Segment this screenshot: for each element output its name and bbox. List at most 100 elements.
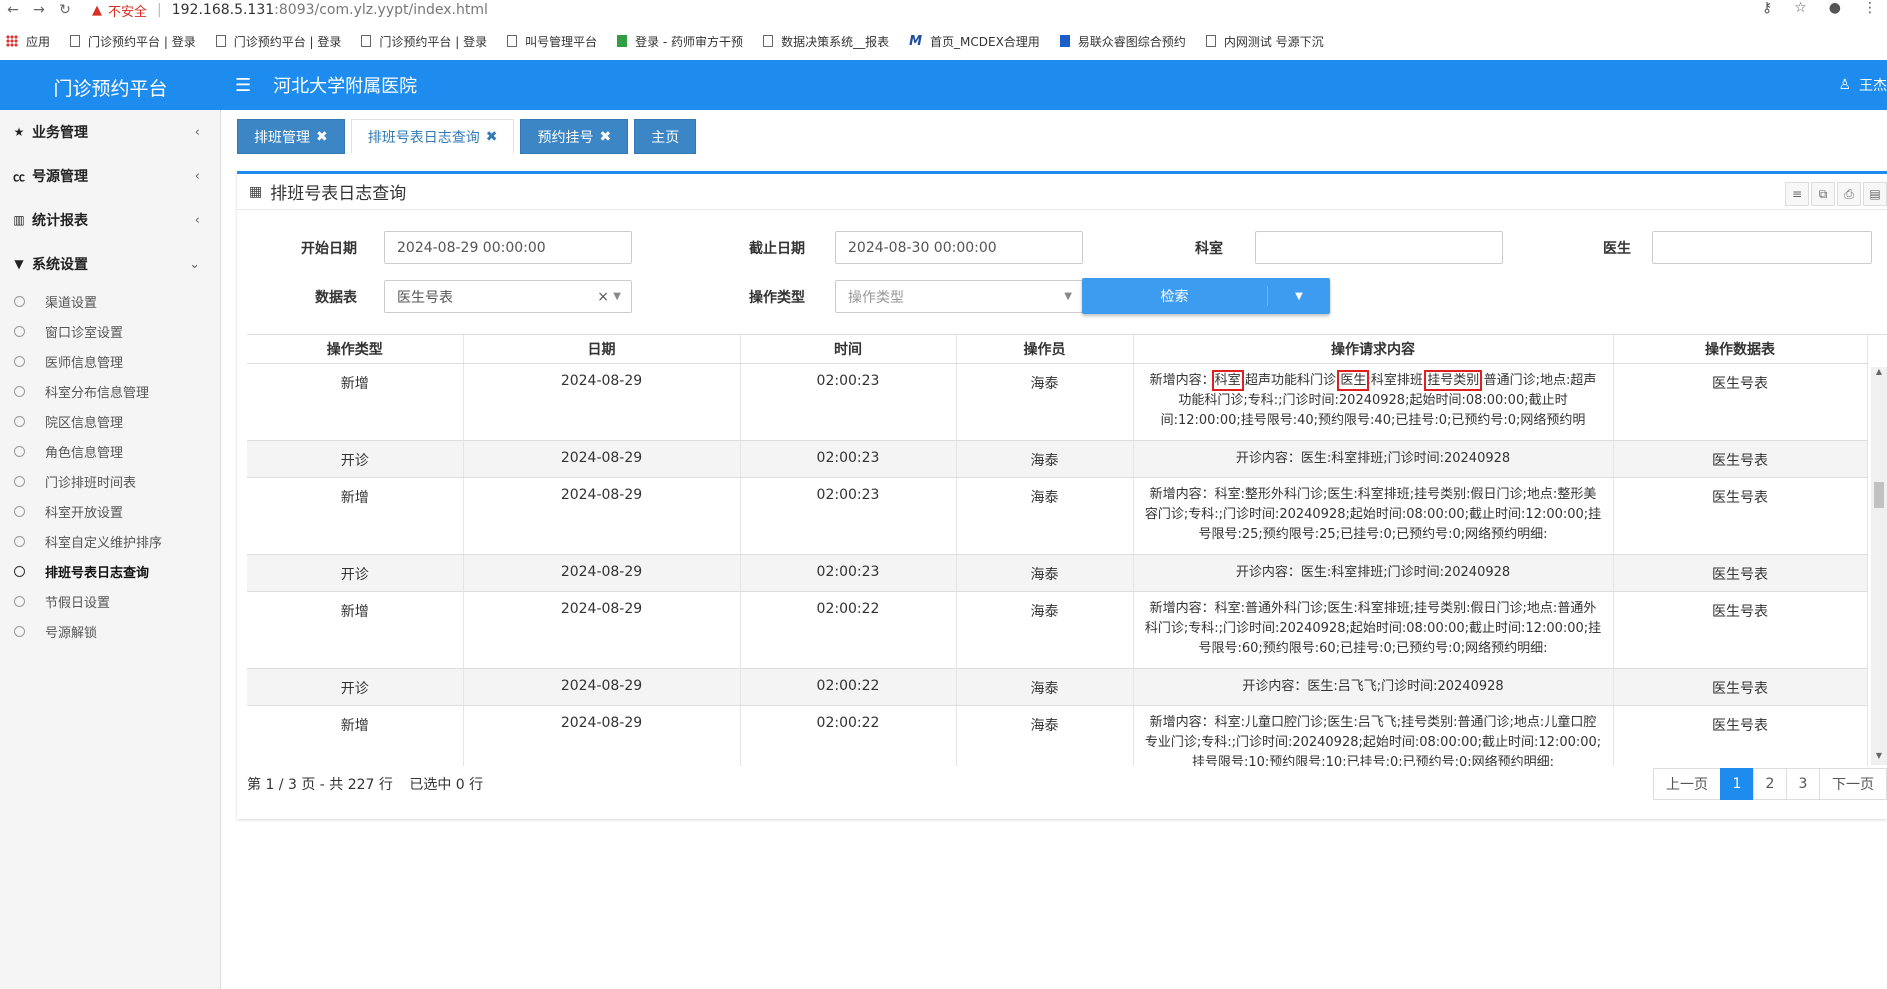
start-date-input[interactable]: 2024-08-29 00:00:00 [384, 231, 632, 264]
cell-date: 2024-08-29 [463, 363, 741, 441]
table-row[interactable]: 新增 2024-08-29 02:00:23 海泰 新增内容：科室:整形外科门诊… [247, 477, 1868, 555]
key-icon[interactable]: ⚷ [1762, 0, 1772, 16]
print-icon[interactable]: ⎙ [1837, 182, 1861, 206]
close-icon[interactable]: ✖ [316, 129, 328, 145]
sidebar-item[interactable]: 院区信息管理 [0, 406, 220, 436]
sub-label: 排班号表日志查询 [45, 565, 150, 581]
clear-icon[interactable]: × [597, 289, 609, 305]
op-type-select[interactable]: 操作类型 ▼ [835, 280, 1083, 313]
sidebar-item[interactable]: 节假日设置 [0, 586, 220, 616]
column-header[interactable]: 操作类型 [247, 335, 464, 364]
table-row[interactable]: 开诊 2024-08-29 02:00:23 海泰 开诊内容：医生:科室排班;门… [247, 440, 1868, 478]
table-row[interactable]: 新增 2024-08-29 02:00:22 海泰 新增内容：科室:普通外科门诊… [247, 591, 1868, 669]
end-date-input[interactable]: 2024-08-30 00:00:00 [835, 231, 1083, 264]
tab-log-query[interactable]: 排班号表日志查询 ✖ [350, 119, 515, 154]
bookmarks-bar: 应用 门诊预约平台 | 登录 门诊预约平台 | 登录 门诊预约平台 | 登录 叫… [0, 29, 1887, 53]
scroll-up-icon[interactable]: ▲ [1871, 367, 1887, 381]
copy-icon[interactable]: ⧉ [1811, 182, 1835, 206]
bookmark-item[interactable]: 门诊预约平台 | 登录 [70, 33, 196, 50]
caret-down-icon[interactable]: ▼ [1268, 291, 1330, 302]
tab-booking[interactable]: 预约挂号 ✖ [520, 119, 629, 154]
forward-icon[interactable]: → [26, 2, 52, 18]
reload-icon[interactable]: ↻ [52, 2, 78, 18]
sub-label: 号源解锁 [45, 625, 98, 641]
sidebar-item[interactable]: 渠道设置 [0, 286, 220, 316]
column-header[interactable]: 日期 [463, 335, 741, 364]
more-menu-icon[interactable]: ⋮ [1863, 0, 1877, 16]
scroll-down-icon[interactable]: ▼ [1871, 751, 1887, 765]
prev-page-button[interactable]: 上一页 [1653, 768, 1721, 800]
cell-time: 02:00:23 [740, 363, 957, 441]
hamburger-menu-icon[interactable]: ☰ [235, 75, 251, 96]
sidebar-menu-business[interactable]: ★ 业务管理 ‹ [0, 110, 220, 154]
dept-input[interactable] [1255, 231, 1503, 264]
back-icon[interactable]: ← [0, 2, 26, 18]
next-page-button[interactable]: 下一页 [1819, 768, 1887, 800]
bookmark-item[interactable]: 易联众睿图综合预约 [1059, 33, 1186, 50]
account-icon[interactable]: ● [1829, 0, 1841, 16]
list-icon[interactable]: ≡ [1785, 182, 1809, 206]
cell-time: 02:00:22 [740, 705, 957, 766]
close-icon[interactable]: ✖ [486, 129, 498, 145]
column-header[interactable]: 操作数据表 [1613, 335, 1868, 364]
sidebar-item[interactable]: 号源解锁 [0, 616, 220, 646]
sidebar-menu-source[interactable]: ㏄ 号源管理 ‹ [0, 154, 220, 198]
column-header[interactable]: 时间 [740, 335, 957, 364]
cell-type: 新增 [247, 477, 464, 555]
bookmark-item[interactable]: 门诊预约平台 | 登录 [215, 33, 341, 50]
table-row[interactable]: 开诊 2024-08-29 02:00:23 海泰 开诊内容：医生:科室排班;门… [247, 554, 1868, 592]
sidebar-item-active[interactable]: 排班号表日志查询 [0, 556, 220, 586]
export-icon[interactable]: ▤ [1863, 182, 1887, 206]
bookmark-item[interactable]: 数据决策系统__报表 [763, 33, 889, 50]
cell-content: 新增内容：科室:超声功能科门诊;医生:科室排班;挂号类别:普通门诊;地点:超声功… [1133, 363, 1614, 441]
page-button[interactable]: 1 [1720, 768, 1754, 800]
highlight-doctor: 医生 [1337, 369, 1370, 391]
bookmark-item[interactable]: M 首页_MCDEX合理用 [909, 33, 1040, 50]
bar-chart-icon: ▥ [13, 213, 25, 227]
sidebar-item[interactable]: 科室自定义维护排序 [0, 526, 220, 556]
bookmark-apps[interactable]: 应用 [6, 33, 50, 50]
sidebar-item[interactable]: 门诊排班时间表 [0, 466, 220, 496]
bookmark-item[interactable]: 门诊预约平台 | 登录 [361, 33, 487, 50]
sidebar-item[interactable]: 窗口诊室设置 [0, 316, 220, 346]
sidebar-item[interactable]: 科室开放设置 [0, 496, 220, 526]
circle-icon [14, 535, 25, 547]
user-menu[interactable]: ♙ 王杰 [1838, 75, 1887, 95]
bookmark-item[interactable]: 登录 - 药师审方干预 [617, 33, 743, 50]
column-header[interactable]: 操作请求内容 [1133, 335, 1614, 364]
table-row[interactable]: 新增 2024-08-29 02:00:22 海泰 新增内容：科室:儿童口腔门诊… [247, 705, 1868, 766]
table-scrollbar[interactable]: ▲ ▼ [1871, 367, 1887, 765]
sidebar-menu-reports[interactable]: ▥ 统计报表 ‹ [0, 198, 220, 242]
cell-date: 2024-08-29 [463, 668, 741, 706]
tab-home[interactable]: 主页 [634, 119, 697, 154]
chevron-left-icon: ‹ [194, 212, 200, 228]
table-row[interactable]: 开诊 2024-08-29 02:00:22 海泰 开诊内容：医生:吕飞飞;门诊… [247, 668, 1868, 706]
scroll-thumb[interactable] [1874, 482, 1884, 508]
close-icon[interactable]: ✖ [599, 129, 611, 145]
page-button[interactable]: 3 [1786, 768, 1820, 800]
sidebar-item[interactable]: 科室分布信息管理 [0, 376, 220, 406]
sub-label: 角色信息管理 [45, 445, 124, 461]
bookmark-label: 叫号管理平台 [525, 34, 598, 49]
bookmark-item[interactable]: 内网测试 号源下沉 [1205, 33, 1324, 50]
page-button[interactable]: 2 [1753, 768, 1787, 800]
sidebar-menu-settings[interactable]: ▼ 系统设置 ⌄ [0, 242, 220, 286]
insecure-label[interactable]: 不安全 [108, 1, 147, 20]
sidebar-item[interactable]: 角色信息管理 [0, 436, 220, 466]
doctor-input[interactable] [1652, 231, 1872, 264]
table-row[interactable]: 新增 2024-08-29 02:00:23 海泰 新增内容：科室:超声功能科门… [247, 363, 1868, 441]
cell-time: 02:00:23 [740, 477, 957, 555]
tab-schedule[interactable]: 排班管理 ✖ [237, 119, 345, 154]
data-table-select[interactable]: 医生号表 × ▼ [384, 280, 632, 313]
app-title: 门诊预约平台 [53, 77, 168, 100]
url-field[interactable]: 192.168.5.131:8093/com.ylz.yypt/index.ht… [172, 2, 488, 18]
column-header[interactable]: 操作员 [956, 335, 1134, 364]
star-bookmark-icon[interactable]: ☆ [1794, 0, 1807, 16]
bookmark-item[interactable]: 叫号管理平台 [507, 33, 597, 50]
settings-submenu: 渠道设置 窗口诊室设置 医师信息管理 科室分布信息管理 院区信息管理 角色信息管… [0, 286, 220, 646]
search-button[interactable]: 检索 ▼ [1082, 278, 1330, 314]
caret-down-icon: ▼ [613, 291, 621, 302]
sidebar-item[interactable]: 医师信息管理 [0, 346, 220, 376]
menu-label: 业务管理 [32, 125, 88, 141]
page-title: 排班号表日志查询 [270, 184, 407, 204]
